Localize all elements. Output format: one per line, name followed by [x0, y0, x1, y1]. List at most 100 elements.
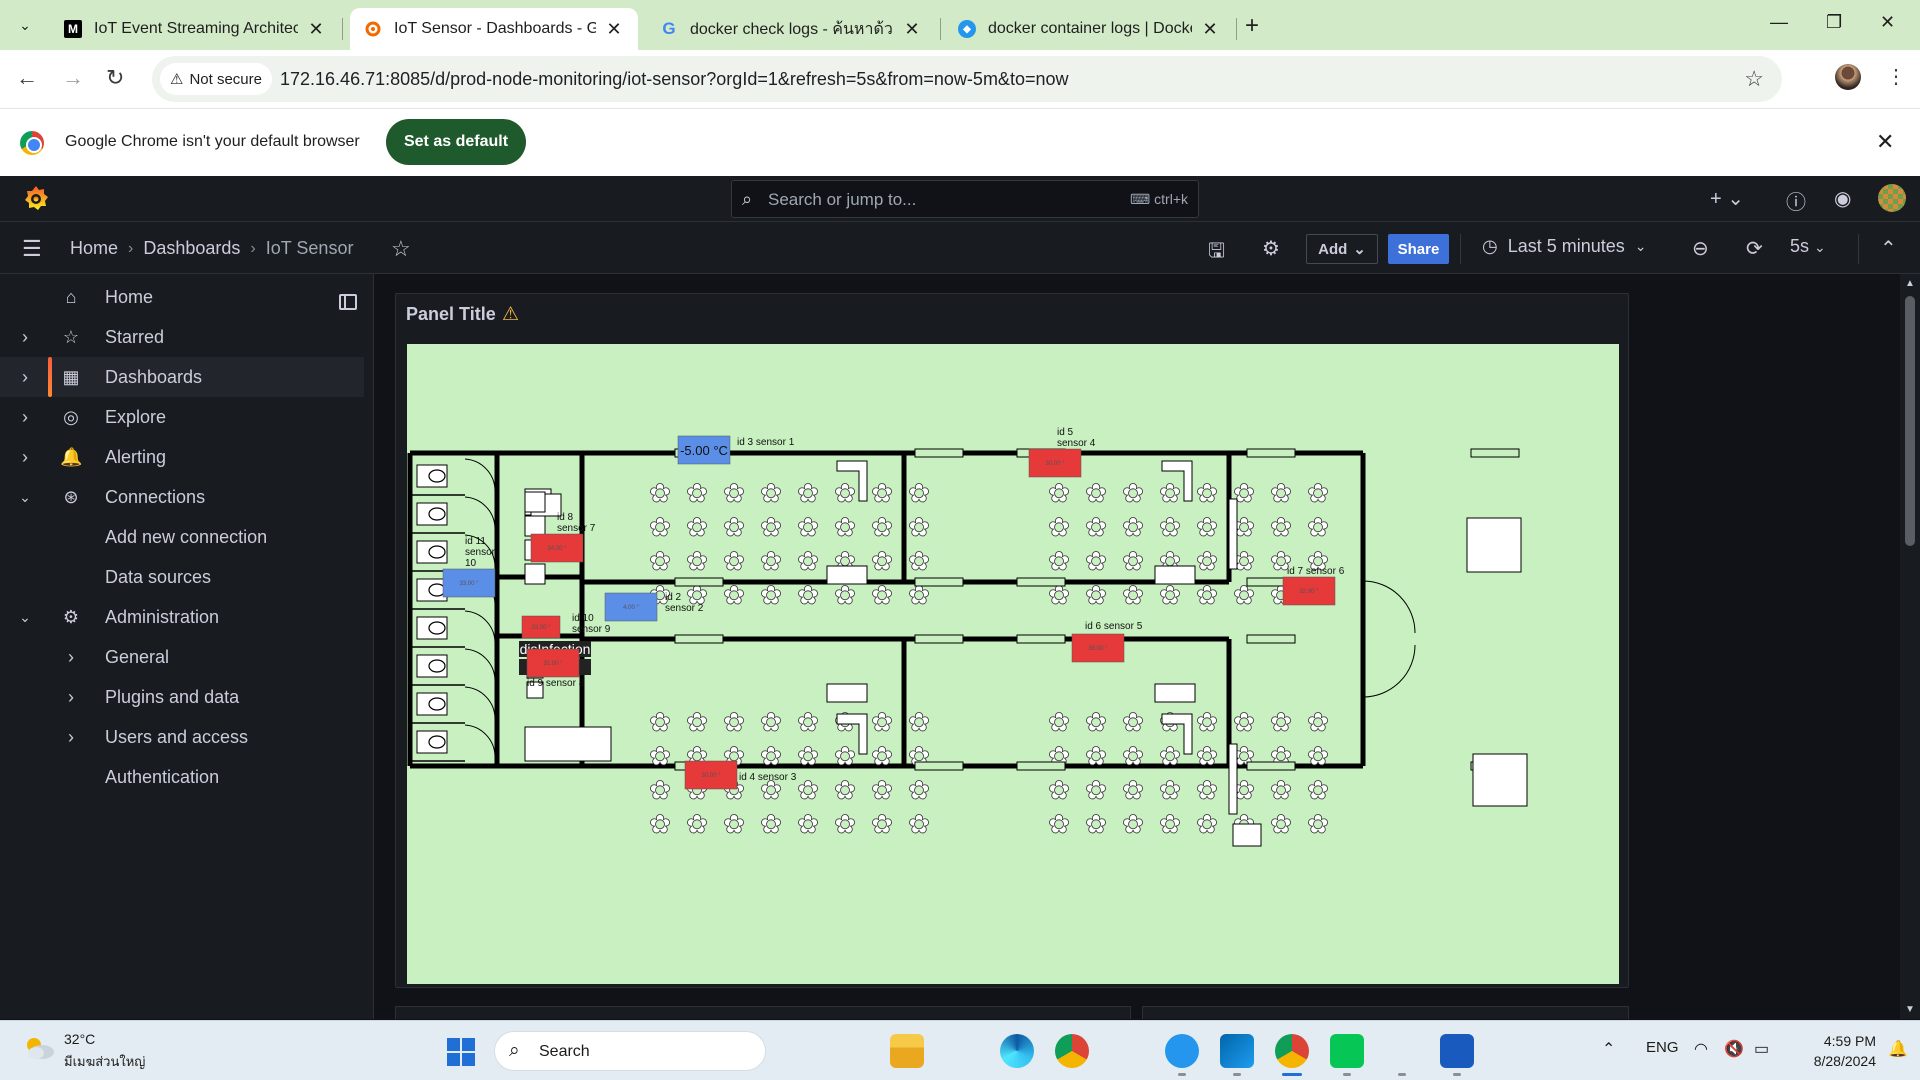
new-tab-button[interactable]: + [1245, 12, 1259, 40]
word-app-icon[interactable] [1440, 1034, 1474, 1068]
page-scrollbar[interactable]: ▲ ▼ [1900, 274, 1920, 1019]
breadcrumb-dashboards[interactable]: Dashboards [143, 238, 240, 259]
time-range-label: Last 5 minutes [1507, 236, 1625, 256]
running-indicator [1453, 1073, 1461, 1076]
battery-icon[interactable]: ▭ [1754, 1039, 1769, 1059]
toilet-bowl [428, 583, 446, 597]
panel-title[interactable]: Panel Title [406, 304, 496, 325]
url-text[interactable]: 172.16.46.71:8085/d/prod-node-monitoring… [280, 69, 1068, 90]
weather-cloud-sun-icon[interactable] [22, 1035, 56, 1061]
sensor-id5-label: id 5 [1057, 427, 1074, 438]
windows-start-icon[interactable] [447, 1038, 475, 1066]
chevron-down-icon[interactable]: ⌄ [18, 489, 32, 506]
sidebar-item-authentication[interactable]: Authentication [0, 757, 364, 797]
sidebar-item-add-new-connection[interactable]: Add new connection [0, 517, 364, 557]
chrome-app-icon[interactable] [1055, 1034, 1089, 1068]
bookmark-star-icon[interactable]: ☆ [1744, 66, 1764, 92]
sidebar-item-administration[interactable]: ⌄ ⚙ Administration [0, 597, 364, 637]
file-explorer-icon[interactable] [890, 1034, 924, 1068]
input-language[interactable]: ENG [1646, 1039, 1679, 1056]
breadcrumb-home[interactable]: Home [70, 238, 118, 259]
chevron-right-icon[interactable]: › [64, 687, 78, 708]
close-tab-icon[interactable]: ✕ [306, 19, 326, 40]
sidebar-item-alerting[interactable]: › 🔔 Alerting [0, 437, 364, 477]
browser-tab-iot-event[interactable]: M IoT Event Streaming Architectur ✕ [50, 8, 340, 50]
chevron-down-icon[interactable]: ⌄ [18, 609, 32, 626]
edge-browser-icon[interactable] [1000, 1034, 1034, 1068]
wifi-icon[interactable]: ◠ [1694, 1039, 1708, 1059]
chevron-right-icon[interactable]: › [18, 367, 32, 388]
scrollbar-thumb[interactable] [1905, 296, 1915, 546]
zoom-out-icon[interactable]: ⊖ [1692, 236, 1709, 261]
address-bar[interactable]: ⚠ Not secure 172.16.46.71:8085/d/prod-no… [152, 56, 1782, 102]
share-button[interactable]: Share [1388, 234, 1449, 264]
restore-window-button[interactable]: ❐ [1826, 12, 1842, 33]
save-dashboard-icon[interactable]: 🖫 [1208, 236, 1225, 270]
window-frame [1246, 634, 1296, 644]
grafana-search-input[interactable]: ⌕ Search or jump to... ⌨ ctrl+k [731, 180, 1199, 218]
sidebar-item-home[interactable]: ⌂ Home [0, 277, 364, 317]
sensor-id11-label: 10 [465, 558, 477, 569]
refresh-interval-picker[interactable]: 5s ⌄ [1790, 236, 1826, 257]
sidebar-item-plugins-and-data[interactable]: › Plugins and data [0, 677, 364, 717]
line-app-icon[interactable] [1330, 1034, 1364, 1068]
set-as-default-button[interactable]: Set as default [386, 119, 526, 165]
browser-tab-iot-sensor[interactable]: IoT Sensor - Dashboards - Grafa ✕ [350, 8, 638, 50]
close-tab-icon[interactable]: ✕ [604, 19, 624, 40]
reload-button[interactable]: ↻ [106, 65, 124, 91]
chevron-right-icon[interactable]: › [18, 447, 32, 468]
site-info-chip[interactable]: ⚠ Not secure [160, 63, 272, 95]
back-button[interactable]: ← [16, 65, 38, 91]
menu-hamburger-icon[interactable]: ☰ [22, 236, 42, 262]
sidebar-item-users-and-access[interactable]: › Users and access [0, 717, 364, 757]
sidebar-item-explore[interactable]: › ◎ Explore [0, 397, 364, 437]
vscode-icon[interactable] [1220, 1034, 1254, 1068]
window-frame [914, 577, 964, 587]
help-icon[interactable]: ⓘ [1786, 186, 1806, 215]
profile-avatar[interactable] [1835, 64, 1861, 90]
tab-search-button[interactable]: ⌄ [10, 10, 40, 40]
chevron-right-icon[interactable]: › [64, 647, 78, 668]
mark-favorite-star-icon[interactable]: ☆ [391, 236, 411, 262]
new-plus-icon[interactable]: + ⌄ [1710, 186, 1744, 211]
plant-icon: ✿ [797, 581, 819, 611]
tab-divider [940, 18, 941, 40]
news-rss-icon[interactable]: ◉ [1834, 186, 1851, 211]
dashboard-settings-gear-icon[interactable]: ⚙ [1262, 236, 1280, 261]
time-range-picker[interactable]: ◷ Last 5 minutes ⌄ [1482, 236, 1647, 257]
refresh-icon[interactable]: ⟳ [1746, 236, 1763, 261]
plant-icon: ✿ [649, 479, 671, 509]
close-infobar-icon[interactable]: ✕ [1876, 129, 1894, 155]
chevron-right-icon[interactable]: › [18, 327, 32, 348]
docker-desktop-icon[interactable] [1165, 1034, 1199, 1068]
sidebar-item-data-sources[interactable]: Data sources [0, 557, 364, 597]
minimize-window-button[interactable]: — [1770, 12, 1788, 33]
user-avatar[interactable] [1878, 184, 1906, 212]
close-tab-icon[interactable]: ✕ [902, 19, 922, 40]
browser-tab-docker-check-logs[interactable]: G docker check logs - ค้นหาด้วย Go ✕ [646, 8, 936, 50]
scroll-up-icon[interactable]: ▲ [1905, 278, 1915, 289]
chevron-up-icon[interactable]: ⌃ [1880, 236, 1897, 261]
grafana-logo-icon[interactable] [22, 184, 50, 212]
sidebar-item-dashboards[interactable]: › ▦ Dashboards [0, 357, 364, 397]
sidebar-item-connections[interactable]: ⌄ ⊛ Connections [0, 477, 364, 517]
system-clock[interactable]: 4:59 PM 8/28/2024 [1792, 1031, 1876, 1071]
close-tab-icon[interactable]: ✕ [1200, 19, 1220, 40]
forward-button[interactable]: → [62, 65, 84, 91]
show-hidden-icons-chevron-up-icon[interactable]: ⌃ [1602, 1039, 1615, 1059]
chrome-app-active-icon[interactable] [1275, 1034, 1309, 1068]
chevron-right-icon[interactable]: › [64, 727, 78, 748]
sidebar-item-starred[interactable]: › ☆ Starred [0, 317, 364, 357]
panel-warning-icon[interactable]: ⚠ [502, 303, 519, 326]
sidebar-item-general[interactable]: › General [0, 637, 364, 677]
browser-tab-docker-container-logs[interactable]: ◆ docker container logs | Docker ✕ [944, 8, 1234, 50]
google-favicon-icon: G [662, 19, 676, 38]
notification-bell-icon[interactable]: 🔔 [1888, 1039, 1908, 1059]
close-window-button[interactable]: ✕ [1880, 12, 1895, 33]
scroll-down-icon[interactable]: ▼ [1905, 1004, 1915, 1015]
taskbar-search-box[interactable]: ⌕ Search [494, 1031, 766, 1071]
chrome-menu-icon[interactable]: ⋮ [1886, 64, 1906, 89]
add-button[interactable]: Add ⌄ [1306, 234, 1378, 264]
volume-muted-icon[interactable]: 🔇 [1724, 1039, 1744, 1059]
chevron-right-icon[interactable]: › [18, 407, 32, 428]
